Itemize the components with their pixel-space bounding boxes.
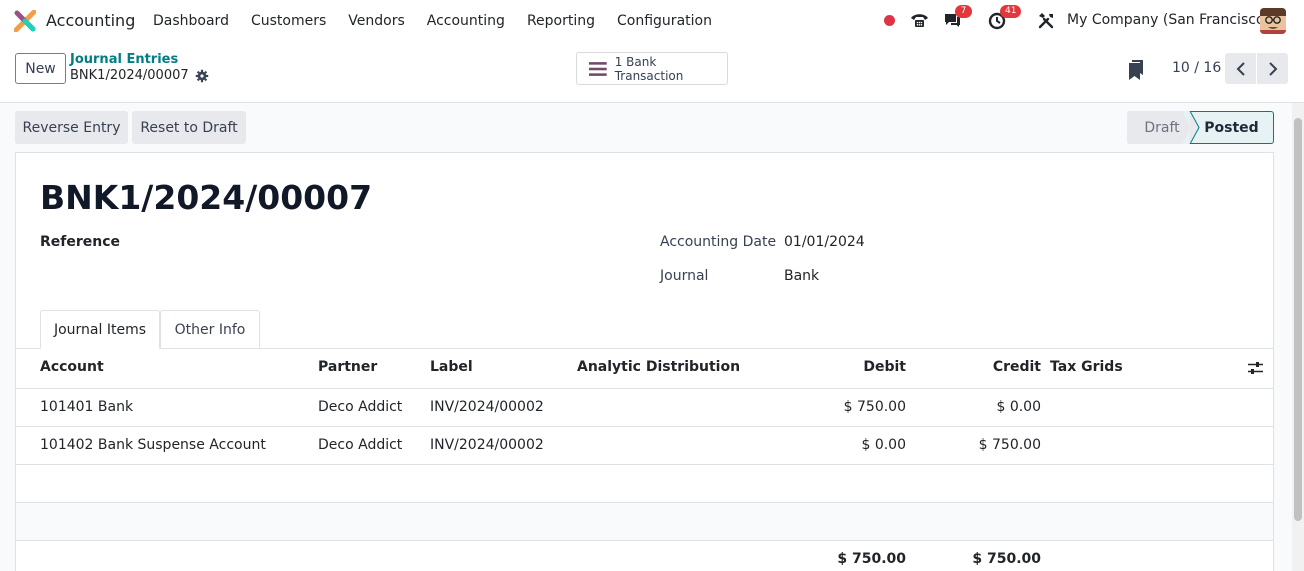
avatar-face-icon (1260, 8, 1286, 34)
table-empty-row[interactable] (16, 503, 1273, 541)
reverse-entry-button[interactable]: Reverse Entry (15, 111, 128, 144)
list-icon (589, 61, 607, 76)
tab-other-info[interactable]: Other Info (160, 310, 260, 349)
messages-button[interactable]: 7 (943, 5, 972, 33)
total-credit: $ 750.00 (972, 551, 1041, 567)
cell-partner[interactable]: Deco Addict (318, 437, 402, 453)
entry-title: BNK1/2024/00007 (40, 178, 373, 217)
bank-transaction-label: 1 Bank Transaction (614, 54, 684, 83)
chevron-left-icon (1236, 61, 1245, 76)
gear-icon[interactable] (195, 69, 209, 83)
accounting-date-label: Accounting Date (660, 234, 777, 250)
accounting-app-icon[interactable] (14, 10, 36, 32)
cell-credit[interactable]: $ 0.00 (941, 399, 1041, 415)
control-panel: New Journal Entries BNK1/2024/00007 1 Ba… (0, 42, 1304, 103)
table-row[interactable]: 101402 Bank Suspense Account Deco Addict… (16, 427, 1273, 465)
cell-partner[interactable]: Deco Addict (318, 399, 402, 415)
header-tax-grids[interactable]: Tax Grids (1050, 359, 1123, 375)
form-tabs: Journal Items Other Info (16, 310, 1273, 349)
record-indicator-icon[interactable] (884, 15, 895, 26)
phone-icon[interactable] (910, 12, 929, 29)
cell-debit[interactable]: $ 750.00 (806, 399, 906, 415)
journal-field[interactable]: Bank (784, 268, 819, 284)
menu-vendors[interactable]: Vendors (337, 13, 415, 29)
bookmark-icon[interactable] (1128, 60, 1144, 80)
main-menu: Dashboard Customers Vendors Accounting R… (142, 0, 723, 42)
status-chevron-posted (1190, 111, 1200, 144)
app-name[interactable]: Accounting (46, 11, 135, 30)
cell-credit[interactable]: $ 750.00 (941, 437, 1041, 453)
new-button[interactable]: New (15, 53, 66, 84)
bank-transaction-button[interactable]: 1 Bank Transaction (576, 52, 728, 85)
messages-badge: 7 (955, 5, 972, 18)
activities-button[interactable]: 41 (988, 5, 1022, 34)
menu-reporting[interactable]: Reporting (516, 13, 606, 29)
accounting-date-field[interactable]: 01/01/2024 (784, 234, 865, 250)
table-empty-row[interactable] (16, 465, 1273, 503)
company-switcher[interactable]: My Company (San Francisco) (1067, 12, 1270, 28)
pager-next-button[interactable] (1257, 53, 1288, 84)
status-posted[interactable]: Posted (1190, 111, 1274, 144)
menu-configuration[interactable]: Configuration (606, 13, 723, 29)
header-label[interactable]: Label (430, 359, 473, 375)
reset-to-draft-button[interactable]: Reset to Draft (132, 111, 246, 144)
total-debit: $ 750.00 (837, 551, 906, 567)
table-row[interactable]: 101401 Bank Deco Addict INV/2024/00002 $… (16, 389, 1273, 427)
menu-accounting[interactable]: Accounting (416, 13, 516, 29)
cell-label[interactable]: INV/2024/00002 (430, 437, 544, 453)
cell-label[interactable]: INV/2024/00002 (430, 399, 544, 415)
menu-dashboard[interactable]: Dashboard (142, 13, 240, 29)
activities-badge: 41 (1000, 5, 1022, 18)
breadcrumb-current: BNK1/2024/00007 (70, 68, 189, 83)
column-settings-icon[interactable] (1248, 361, 1263, 375)
header-partner[interactable]: Partner (318, 359, 377, 375)
header-debit[interactable]: Debit (806, 359, 906, 375)
tab-journal-items[interactable]: Journal Items (40, 310, 160, 349)
pager-previous-button[interactable] (1225, 53, 1256, 84)
header-account[interactable]: Account (40, 359, 104, 375)
reference-label: Reference (40, 234, 121, 250)
table-totals-row: $ 750.00 $ 750.00 (16, 541, 1273, 571)
scrollbar-thumb[interactable] (1294, 118, 1302, 521)
user-avatar[interactable] (1260, 8, 1286, 34)
cell-account[interactable]: 101401 Bank (40, 399, 133, 415)
header-analytic-distribution[interactable]: Analytic Distribution (577, 359, 740, 375)
top-navbar: Accounting Dashboard Customers Vendors A… (0, 0, 1304, 42)
table-header: Account Partner Label Analytic Distribut… (16, 349, 1273, 389)
cell-account[interactable]: 101402 Bank Suspense Account (40, 437, 266, 453)
journal-label: Journal (660, 268, 709, 284)
pager-value[interactable]: 10 / 16 (1172, 60, 1221, 76)
tools-icon[interactable] (1037, 12, 1055, 30)
header-credit[interactable]: Credit (941, 359, 1041, 375)
chevron-right-icon (1268, 61, 1277, 76)
menu-customers[interactable]: Customers (240, 13, 337, 29)
cell-debit[interactable]: $ 0.00 (806, 437, 906, 453)
breadcrumb-parent[interactable]: Journal Entries (70, 52, 178, 67)
